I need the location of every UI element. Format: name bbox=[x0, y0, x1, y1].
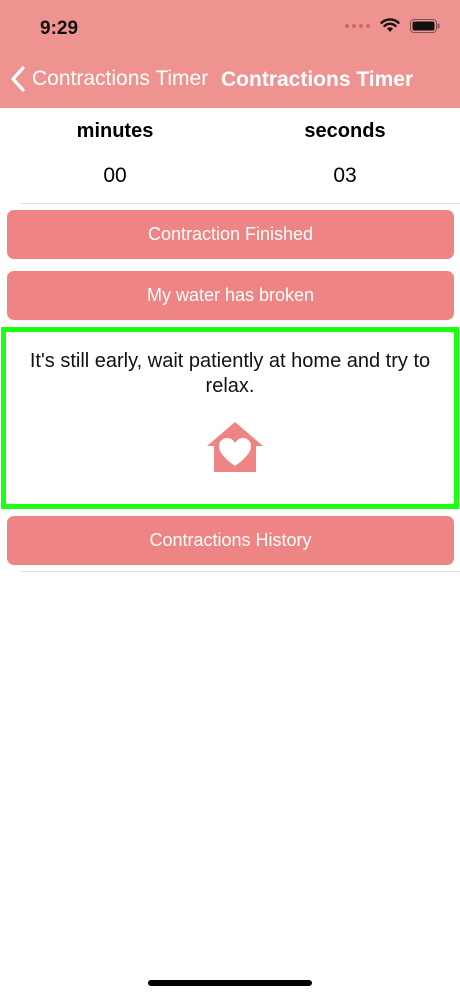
contraction-finished-button[interactable]: Contraction Finished bbox=[7, 210, 454, 259]
wifi-icon bbox=[380, 18, 400, 32]
divider bbox=[20, 571, 460, 572]
contractions-history-button[interactable]: Contractions History bbox=[7, 516, 454, 565]
status-time: 9:29 bbox=[40, 18, 79, 39]
cellular-signal-icon bbox=[345, 23, 370, 28]
house-heart-icon bbox=[207, 422, 263, 472]
status-icons bbox=[345, 18, 440, 33]
minutes-label: minutes bbox=[76, 120, 154, 142]
seconds-label: seconds bbox=[304, 120, 386, 142]
seconds-value: 03 bbox=[333, 164, 357, 187]
back-button[interactable]: Contractions Timer bbox=[10, 66, 208, 92]
minutes-value: 00 bbox=[103, 164, 127, 187]
page-title: Contractions Timer bbox=[221, 68, 414, 91]
advice-card: It's still early, wait patiently at home… bbox=[1, 327, 459, 509]
water-broken-button[interactable]: My water has broken bbox=[7, 271, 454, 320]
advice-message: It's still early, wait patiently at home… bbox=[29, 350, 431, 397]
battery-icon bbox=[410, 18, 440, 33]
header: 9:29 Contractions Timer Contractions Tim… bbox=[0, 0, 460, 108]
home-indicator[interactable] bbox=[148, 980, 312, 986]
divider bbox=[20, 203, 460, 204]
chevron-left-icon bbox=[11, 66, 25, 92]
back-label: Contractions Timer bbox=[32, 67, 209, 90]
